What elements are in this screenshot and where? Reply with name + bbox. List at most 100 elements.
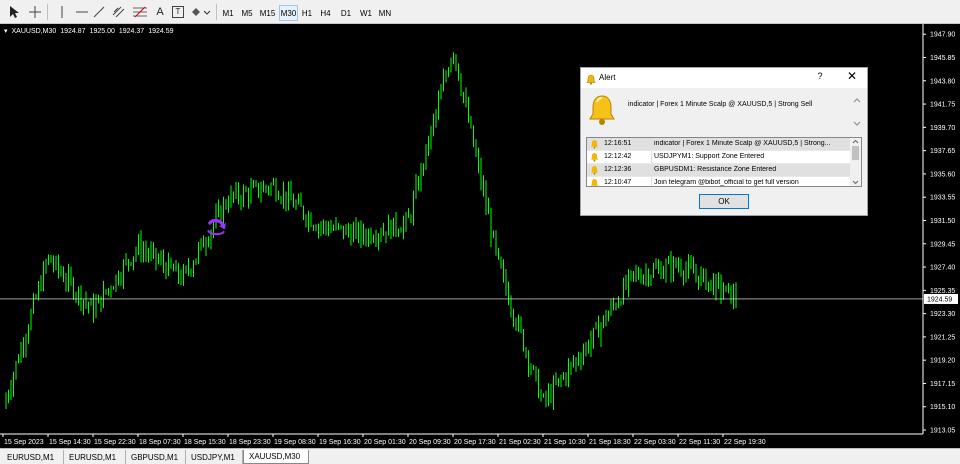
alert-history-list[interactable]: 12:16:51 indicator | Forex 1 Minute Scal…	[586, 137, 862, 187]
trendline-icon[interactable]	[89, 3, 109, 21]
time-tick-label: 22 Sep 11:30	[679, 439, 720, 446]
timeframe-m5-button[interactable]: M5	[238, 5, 256, 21]
timeframe-h4-button[interactable]: H4	[317, 5, 334, 21]
alert-body: indicator | Forex 1 Minute Scalp @ XAUUS…	[581, 88, 867, 215]
time-tick-label: 20 Sep 09:30	[409, 439, 451, 446]
chart-tabs: EURUSD,M1 EURUSD,M1 GBPUSD,M1 USDJPY,M1 …	[0, 448, 960, 464]
bell-icon	[590, 165, 599, 177]
price-tick-label: 1927.40	[930, 265, 955, 272]
time-tick-label: 21 Sep 18:30	[589, 439, 631, 446]
price-tick-label: 1935.60	[930, 171, 955, 178]
vertical-line-icon[interactable]	[52, 3, 72, 21]
timeframe-w1-button[interactable]: W1	[357, 5, 375, 21]
timeframe-m1-button[interactable]: M1	[219, 5, 237, 21]
bell-large-icon	[587, 94, 617, 131]
time-tick-label: 15 Sep 22:30	[94, 439, 136, 446]
time-tick-label: 20 Sep 17:30	[454, 439, 496, 446]
text-icon[interactable]: A	[150, 3, 170, 21]
cursor-arrow-icon[interactable]	[4, 3, 24, 21]
price-tick-label: 1931.50	[930, 218, 955, 225]
price-tick-label: 1921.25	[930, 334, 955, 341]
tab-eurusd-m1[interactable]: EURUSD,M1	[64, 450, 126, 464]
column-divider	[651, 164, 652, 176]
list-scrollbar[interactable]	[850, 138, 861, 186]
alert-text: USDJPYM1: Support Zone Entered	[654, 153, 765, 160]
price-tick-label: 1917.15	[930, 381, 955, 388]
alert-message: indicator | Forex 1 Minute Scalp @ XAUUS…	[628, 101, 813, 108]
alert-time: 12:12:42	[604, 153, 632, 160]
time-tick-label: 21 Sep 10:30	[544, 439, 586, 446]
price-tick-label: 1925.35	[930, 288, 955, 295]
bell-icon	[590, 178, 599, 186]
timeframe-h1-button[interactable]: H1	[299, 5, 315, 21]
time-tick-label: 15 Sep 14:30	[49, 439, 91, 446]
alert-title: Alert	[599, 73, 616, 82]
ohlc-high: 1925.00	[89, 28, 115, 35]
time-tick-label: 21 Sep 02:30	[499, 439, 541, 446]
close-button[interactable]: ✕	[846, 70, 858, 82]
time-tick-label: 18 Sep 07:30	[139, 439, 181, 446]
price-tick-label: 1933.55	[930, 195, 955, 202]
price-tick-label: 1929.45	[930, 241, 955, 248]
alert-text: indicator | Forex 1 Minute Scalp @ XAUUS…	[654, 140, 831, 147]
price-tick-label: 1947.90	[930, 32, 955, 39]
column-divider	[651, 138, 652, 150]
channel-icon[interactable]	[109, 3, 129, 21]
alert-row[interactable]: 12:12:42 USDJPYM1: Support Zone Entered	[587, 151, 850, 164]
tab-usdjpy-m1[interactable]: USDJPY,M1	[186, 450, 243, 464]
column-divider	[651, 151, 652, 163]
time-tick-label: 18 Sep 15:30	[184, 439, 226, 446]
crosshair-icon[interactable]	[25, 3, 45, 21]
help-button[interactable]: ?	[814, 71, 826, 81]
price-tick-label: 1919.20	[930, 358, 955, 365]
timeframe-d1-button[interactable]: D1	[337, 5, 355, 21]
tab-gbpusd-m1[interactable]: GBPUSD,M1	[126, 450, 186, 464]
alert-row[interactable]: 12:16:51 indicator | Forex 1 Minute Scal…	[587, 138, 850, 151]
price-tick-label: 1913.05	[930, 428, 955, 435]
price-tick-label: 1923.30	[930, 311, 955, 318]
text-label-glyph: T	[172, 6, 184, 18]
tab-xauusd-m30[interactable]: XAUUSD,M30	[243, 450, 309, 464]
timeframe-m30-button[interactable]: M30	[279, 5, 298, 21]
bell-icon	[590, 152, 599, 164]
shapes-icon[interactable]	[189, 3, 213, 21]
tab-eurusd-m1[interactable]: EURUSD,M1	[2, 450, 64, 464]
alert-time: 12:12:36	[604, 166, 632, 173]
column-divider	[651, 177, 652, 186]
ok-button[interactable]: OK	[699, 194, 749, 209]
chart-symbol-icon: ▾	[4, 28, 8, 35]
alert-time: 12:10:47	[604, 179, 632, 186]
alert-text: GBPUSDM1: Resistance Zone Entered	[654, 166, 777, 173]
time-tick-label: 19 Sep 16:30	[319, 439, 361, 446]
price-tick-label: 1937.65	[930, 148, 955, 155]
chart-symbol-label: XAUUSD,M30	[11, 28, 57, 35]
fibonacci-icon[interactable]	[130, 3, 150, 21]
ohlc-close: 1924.59	[148, 28, 174, 35]
price-axis: 1947.90 1945.85 1943.80 1941.75 1939.70 1937.…	[922, 24, 958, 435]
bell-icon	[590, 139, 599, 151]
current-price-label: 1924.59	[927, 296, 952, 303]
text-icon-glyph: A	[156, 6, 164, 18]
alert-dialog: Alert ? ✕ indicator | Forex 1 Minute Sca…	[580, 67, 868, 216]
price-tick-label: 1939.70	[930, 125, 955, 132]
timeframe-m15-button[interactable]: M15	[257, 5, 278, 21]
toolbar-separator	[47, 4, 48, 20]
price-tick-label: 1915.10	[930, 404, 955, 411]
price-tick-label: 1945.85	[930, 55, 955, 62]
price-tick-label: 1941.75	[930, 102, 955, 109]
time-tick-label: 20 Sep 01:30	[364, 439, 406, 446]
alert-time: 12:16:51	[604, 140, 632, 147]
time-tick-label: 15 Sep 2023	[4, 439, 44, 446]
message-scrollbar[interactable]	[852, 96, 862, 128]
time-axis: 15 Sep 2023 15 Sep 14:30 15 Sep 22:30 18 Se…	[0, 433, 923, 446]
price-tick-label: 1943.80	[930, 78, 955, 85]
text-label-icon[interactable]: T	[168, 3, 188, 21]
time-tick-label: 22 Sep 03:30	[634, 439, 676, 446]
ohlc-open: 1924.87	[60, 28, 86, 35]
ohlc-low: 1924.37	[118, 28, 145, 35]
alert-text: Join telegram @bibot_official to get ful…	[654, 179, 799, 186]
alert-row[interactable]: 12:12:36 GBPUSDM1: Resistance Zone Enter…	[587, 164, 850, 177]
alert-row[interactable]: 12:10:47 Join telegram @bibot_official t…	[587, 177, 850, 186]
chart-symbol-info: ▾ XAUUSD,M30 1924.87 1925.00 1924.37 1924.59	[4, 27, 178, 35]
timeframe-mn-button[interactable]: MN	[376, 5, 394, 21]
